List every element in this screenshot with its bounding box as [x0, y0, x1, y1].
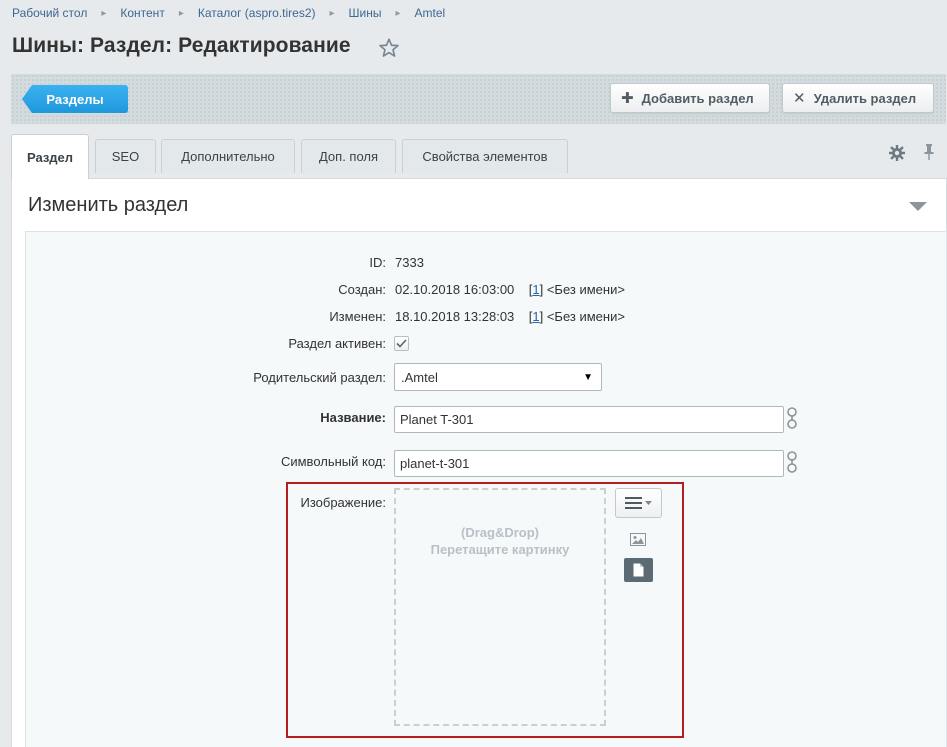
breadcrumb-item-desktop[interactable]: Рабочий стол — [12, 6, 87, 20]
tab-additional[interactable]: Дополнительно — [161, 139, 295, 173]
modified-user-link[interactable]: 1 — [532, 309, 539, 324]
image-dropzone[interactable]: (Drag&Drop) Перетащите картинку — [394, 488, 606, 726]
chevron-right-icon: ▸ — [178, 7, 184, 19]
modified-user-name: <Без имени> — [546, 309, 625, 324]
modified-info: 18.10.2018 13:28:03 [1] <Без имени> — [395, 309, 625, 324]
delete-section-button[interactable]: ✕ Удалить раздел — [782, 83, 934, 113]
dropzone-hint-1: (Drag&Drop) — [461, 525, 539, 540]
created-date: 02.10.2018 16:03:00 — [395, 282, 515, 297]
section-title: Изменить раздел — [28, 194, 189, 216]
image-menu-button[interactable] — [615, 488, 662, 518]
breadcrumb: Рабочий стол ▸ Контент ▸ Каталог (aspro.… — [12, 6, 445, 20]
created-user-link[interactable]: 1 — [532, 282, 539, 297]
tab-extra-fields[interactable]: Доп. поля — [301, 139, 396, 173]
image-label: Изображение: — [300, 495, 386, 510]
parent-label: Родительский раздел: — [253, 370, 386, 385]
modified-date: 18.10.2018 13:28:03 — [395, 309, 515, 324]
pin-icon[interactable] — [923, 143, 935, 161]
star-icon[interactable] — [378, 37, 400, 59]
active-checkbox[interactable] — [394, 336, 409, 351]
image-icon[interactable] — [630, 533, 646, 546]
close-icon: ✕ — [793, 90, 806, 107]
chevron-right-icon: ▸ — [101, 7, 107, 19]
id-label: ID: — [369, 255, 386, 270]
id-value: 7333 — [395, 255, 424, 270]
page-title: Шины: Раздел: Редактирование — [12, 34, 351, 57]
gear-icon[interactable] — [889, 145, 905, 161]
breadcrumb-item-amtel[interactable]: Amtel — [415, 6, 446, 20]
breadcrumb-item-tires[interactable]: Шины — [349, 6, 382, 20]
delete-section-label: Удалить раздел — [813, 90, 917, 106]
file-button[interactable] — [624, 558, 653, 582]
chain-link-icon[interactable] — [786, 451, 798, 473]
chain-link-icon[interactable] — [786, 407, 798, 429]
name-input[interactable] — [394, 406, 784, 433]
checkmark-icon — [396, 339, 407, 348]
modified-label: Изменен: — [329, 309, 386, 324]
tab-section[interactable]: Раздел — [11, 134, 89, 179]
add-section-label: Добавить раздел — [641, 90, 754, 106]
chevron-right-icon: ▸ — [395, 7, 401, 19]
created-label: Создан: — [338, 282, 386, 297]
name-label: Название: — [320, 410, 386, 425]
hamburger-menu-icon — [624, 497, 652, 509]
dropdown-arrow-icon: ▼ — [583, 372, 593, 383]
breadcrumb-item-content[interactable]: Контент — [120, 6, 164, 20]
tab-seo[interactable]: SEO — [95, 139, 156, 173]
dropzone-hint-2: Перетащите картинку — [430, 542, 570, 557]
file-icon — [633, 563, 644, 577]
active-label: Раздел активен: — [288, 336, 386, 351]
plus-icon: ✚ — [621, 90, 634, 107]
tab-element-properties[interactable]: Свойства элементов — [402, 139, 568, 173]
created-info: 02.10.2018 16:03:00 [1] <Без имени> — [395, 282, 625, 297]
breadcrumb-item-catalog[interactable]: Каталог (aspro.tires2) — [198, 6, 316, 20]
created-user-name: <Без имени> — [546, 282, 625, 297]
sections-button[interactable]: Разделы — [22, 85, 128, 113]
chevron-right-icon: ▸ — [329, 7, 335, 19]
add-section-button[interactable]: ✚ Добавить раздел — [610, 83, 770, 113]
parent-select-value: .Amtel — [401, 369, 438, 385]
code-input[interactable] — [394, 450, 784, 477]
parent-select[interactable]: .Amtel ▼ — [394, 363, 602, 391]
collapse-triangle-icon[interactable] — [909, 202, 927, 212]
code-label: Символьный код: — [280, 454, 386, 469]
toolbar: Разделы ✚ Добавить раздел ✕ Удалить разд… — [11, 74, 946, 124]
